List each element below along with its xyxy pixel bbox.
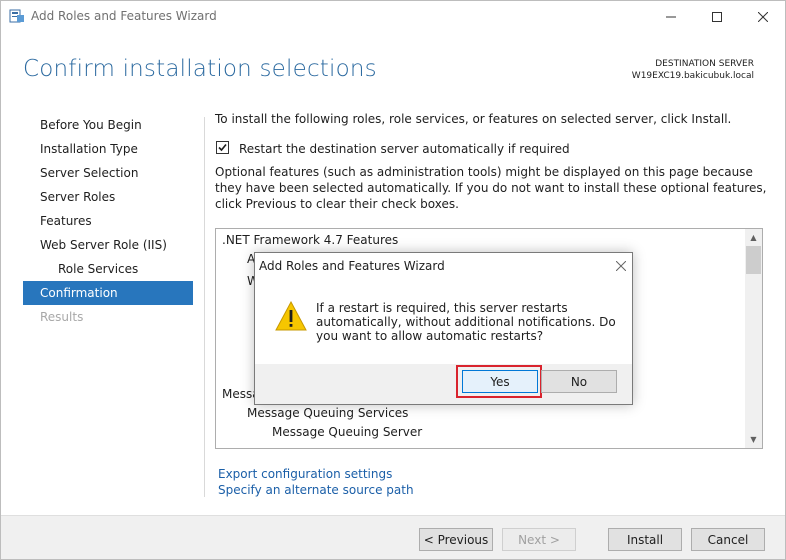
restart-checkbox[interactable] — [216, 141, 229, 154]
nav-item-web-server-role[interactable]: Web Server Role (IIS) — [23, 233, 193, 257]
restart-confirm-dialog: Add Roles and Features Wizard If a resta… — [254, 252, 633, 405]
wizard-window: Add Roles and Features Wizard Confirm in… — [0, 0, 786, 560]
yes-button[interactable]: Yes — [462, 370, 538, 393]
nav-item-results: Results — [40, 310, 84, 324]
restart-checkbox-label[interactable]: Restart the destination server automatic… — [239, 142, 570, 156]
cancel-button[interactable]: Cancel — [691, 528, 765, 551]
checkmark-icon — [218, 143, 227, 152]
list-scrollbar[interactable]: ▲ ▼ — [745, 229, 762, 448]
alternate-source-link[interactable]: Specify an alternate source path — [218, 483, 414, 497]
close-button[interactable] — [740, 1, 786, 32]
destination-server-name: W19EXC19.bakicubuk.local — [631, 71, 754, 81]
list-item: Message Queuing Services — [247, 406, 409, 420]
install-button[interactable]: Install — [608, 528, 682, 551]
nav-item-features[interactable]: Features — [23, 209, 193, 233]
scroll-up-icon[interactable]: ▲ — [745, 229, 762, 246]
scrollbar-thumb[interactable] — [746, 246, 761, 274]
next-button: Next > — [502, 528, 576, 551]
list-item: .NET Framework 4.7 Features — [222, 233, 399, 247]
intro-text: To install the following roles, role ser… — [215, 112, 732, 126]
minimize-button[interactable] — [648, 1, 694, 32]
close-icon — [615, 260, 627, 272]
no-button[interactable]: No — [541, 370, 617, 393]
nav-item-installation-type[interactable]: Installation Type — [23, 137, 193, 161]
maximize-icon — [712, 11, 722, 22]
nav-item-server-roles[interactable]: Server Roles — [23, 185, 193, 209]
dialog-close-button[interactable] — [615, 255, 627, 275]
dialog-title: Add Roles and Features Wizard — [259, 259, 445, 273]
server-manager-icon — [9, 9, 24, 23]
page-title: Confirm installation selections — [23, 56, 377, 82]
nav-item-confirmation[interactable]: Confirmation — [23, 281, 193, 305]
previous-button[interactable]: < Previous — [419, 528, 493, 551]
maximize-button[interactable] — [694, 1, 740, 32]
minimize-icon — [666, 16, 676, 17]
export-config-link[interactable]: Export configuration settings — [218, 467, 392, 481]
window-title: Add Roles and Features Wizard — [31, 9, 217, 23]
scroll-down-icon[interactable]: ▼ — [745, 431, 762, 448]
optional-features-text: Optional features (such as administratio… — [215, 165, 767, 211]
nav-item-before-you-begin[interactable]: Before You Begin — [23, 113, 193, 137]
nav-item-role-services[interactable]: Role Services — [23, 257, 193, 281]
list-item: Message Queuing Server — [272, 425, 423, 439]
nav-item-server-selection[interactable]: Server Selection — [23, 161, 193, 185]
nav-divider — [204, 117, 205, 497]
warning-icon — [275, 301, 307, 331]
dialog-message: If a restart is required, this server re… — [316, 301, 616, 343]
destination-server-label: DESTINATION SERVER — [655, 59, 754, 69]
close-icon — [758, 11, 768, 22]
title-bar[interactable]: Add Roles and Features Wizard — [1, 1, 785, 32]
